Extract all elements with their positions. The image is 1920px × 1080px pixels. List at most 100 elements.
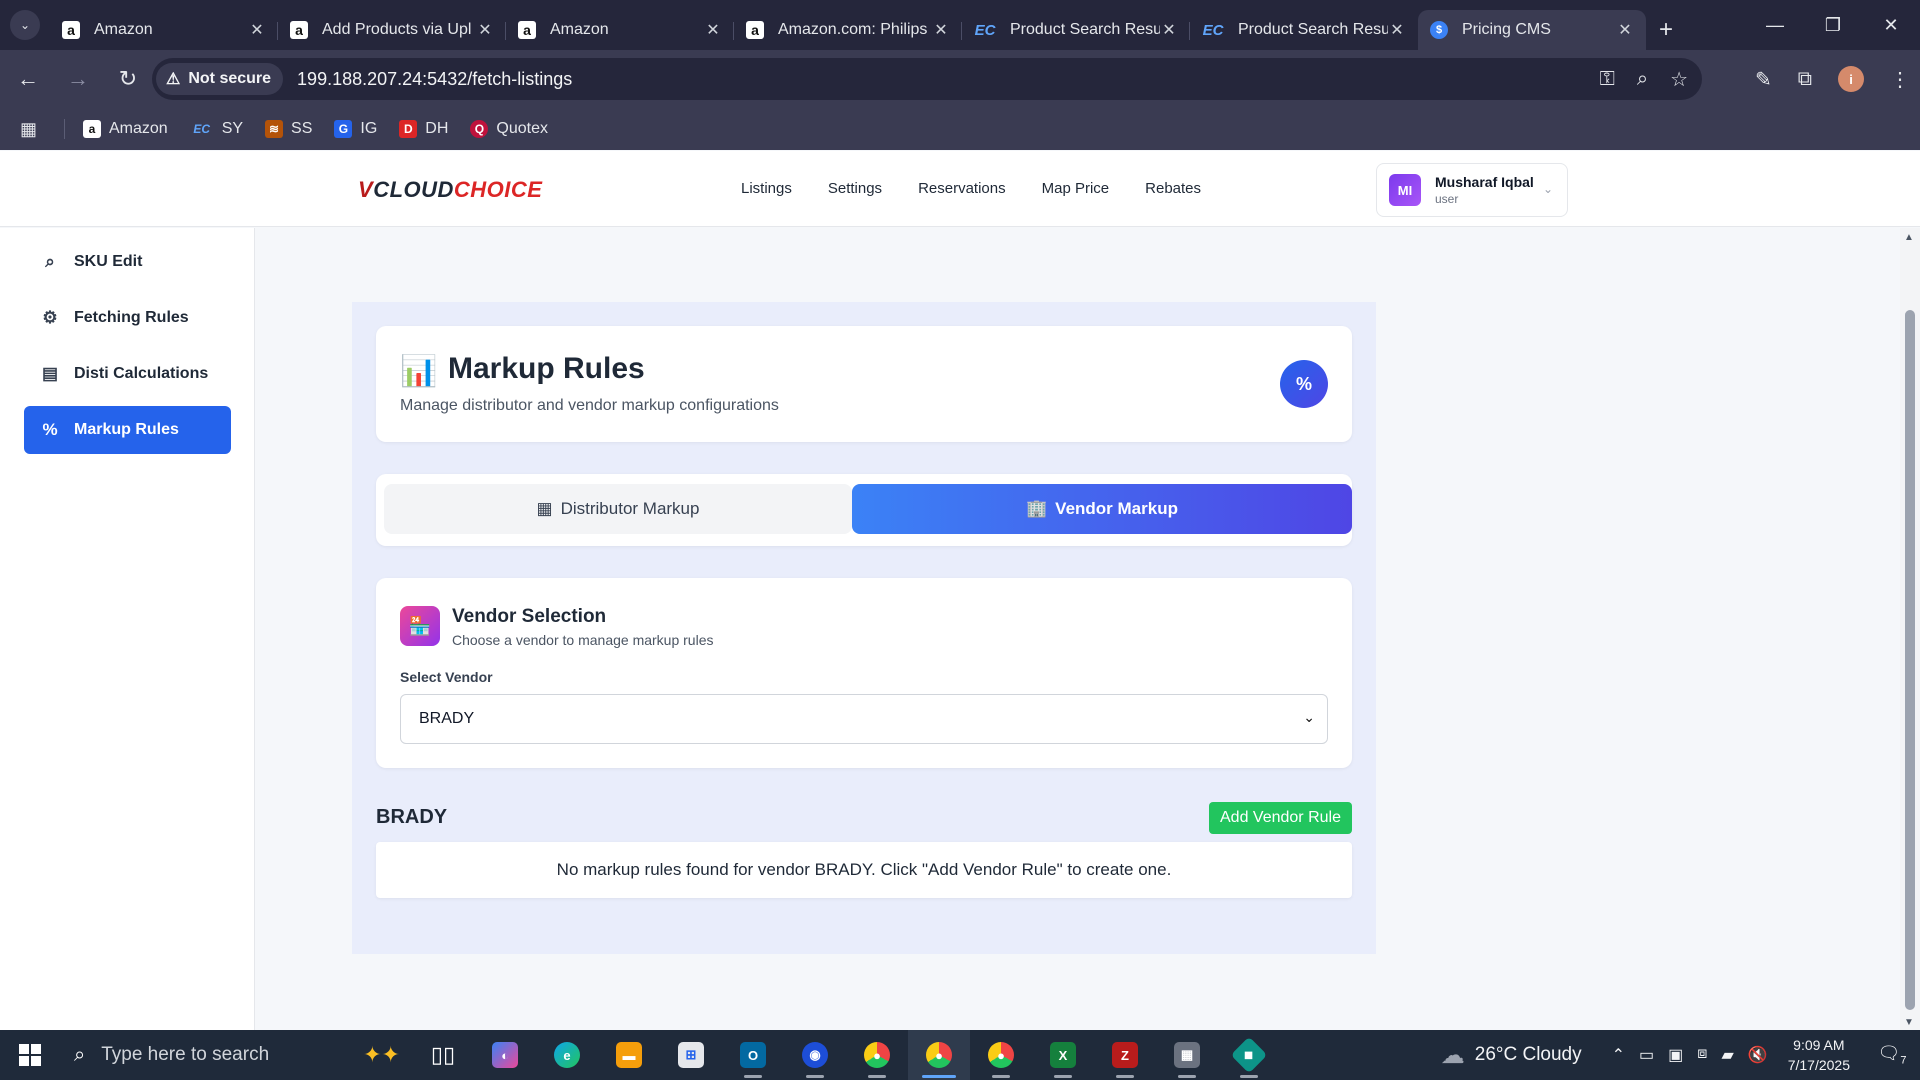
security-indicator[interactable]: ⚠ Not secure <box>156 63 284 95</box>
calculator-icon[interactable]: ▦ <box>1156 1030 1218 1080</box>
ig-icon: G <box>334 120 353 138</box>
security-label: Not secure <box>188 70 272 87</box>
nav-rebates[interactable]: Rebates <box>1145 180 1201 197</box>
close-icon[interactable]: ✕ <box>476 20 494 40</box>
calendar-app-icon[interactable]: ◉ <box>784 1030 846 1080</box>
screen-icon[interactable]: ⧈ <box>1697 1045 1707 1065</box>
page-title: Markup Rules <box>448 352 645 385</box>
browser-tab[interactable]: a Amazon ✕ <box>50 10 278 50</box>
cloudchoice-logo[interactable]: VCLOUDCHOICE <box>358 177 542 203</box>
camera-icon[interactable]: ▣ <box>1668 1045 1683 1065</box>
tab-search-button[interactable]: ⌄ <box>0 0 50 50</box>
sidebar-item-fetching-rules[interactable]: ⚙ Fetching Rules <box>24 294 231 342</box>
bookmark-amazon[interactable]: a Amazon <box>83 120 168 138</box>
tray-icons: ⌃ ▭ ▣ ⧈ ▰ 🔇 <box>1612 1045 1768 1065</box>
chrome-profile-icon[interactable]: ● <box>970 1030 1032 1080</box>
logo-choice: CHOICE <box>453 177 543 202</box>
app-icon[interactable]: ◆ <box>1218 1030 1280 1080</box>
chevron-up-icon[interactable]: ⌃ <box>1612 1045 1625 1065</box>
nav-listings[interactable]: Listings <box>741 180 792 197</box>
close-icon[interactable]: ✕ <box>704 20 722 40</box>
amazon-icon: a <box>83 120 101 138</box>
browser-tab[interactable]: EC Product Search Resul ✕ <box>1190 10 1418 50</box>
browser-tab-active[interactable]: $ Pricing CMS ✕ <box>1418 10 1646 50</box>
clock-time: 9:09 AM <box>1793 1037 1845 1053</box>
new-tab-button[interactable]: + <box>1646 10 1686 50</box>
clock[interactable]: 9:09 AM 7/17/2025 <box>1788 1035 1850 1075</box>
bookmark-quotex[interactable]: Q Quotex <box>470 120 548 138</box>
percent-badge: % <box>1280 360 1328 408</box>
scroll-up-icon[interactable]: ▲ <box>1904 232 1914 243</box>
chrome-icon[interactable]: ● <box>846 1030 908 1080</box>
tab-vendor-markup[interactable]: 🏢 Vendor Markup <box>852 484 1352 534</box>
copilot-icon[interactable]: ◐ <box>474 1030 536 1080</box>
vendor-selection-card: 🏪 Vendor Selection Choose a vendor to ma… <box>376 578 1352 768</box>
table-icon: ▦ <box>536 499 553 518</box>
url-text[interactable]: 199.188.207.24:5432/fetch-listings <box>297 69 572 90</box>
nav-settings[interactable]: Settings <box>828 180 882 197</box>
vendor-select[interactable]: BRADY ⌄ <box>400 694 1328 744</box>
bookmark-star-icon[interactable]: ☆ <box>1670 67 1688 92</box>
restore-icon[interactable]: ❐ <box>1804 0 1862 50</box>
edge-icon[interactable]: e <box>536 1030 598 1080</box>
windows-start-icon[interactable] <box>0 1030 60 1080</box>
puzzle-icon[interactable]: ⧉ <box>1798 68 1812 91</box>
forward-arrow-icon[interactable]: → <box>56 57 100 101</box>
address-bar[interactable]: ⚠ Not secure 199.188.207.24:5432/fetch-l… <box>152 58 1702 100</box>
store-icon[interactable]: ⊞ <box>660 1030 722 1080</box>
scroll-down-icon[interactable]: ▼ <box>1904 1017 1914 1028</box>
app-header: VCLOUDCHOICE Listings Settings Reservati… <box>0 151 1920 227</box>
bookmark-dh[interactable]: D DH <box>399 120 448 138</box>
sidebar-item-disti-calculations[interactable]: ▤ Disti Calculations <box>24 350 231 398</box>
page-scrollbar[interactable]: ▲ ▼ <box>1900 228 1920 1030</box>
volume-muted-icon[interactable]: 🔇 <box>1748 1045 1768 1065</box>
weather-widget[interactable]: ☁ 26°C Cloudy <box>1441 1041 1582 1070</box>
browser-tab[interactable]: a Amazon ✕ <box>506 10 734 50</box>
browser-tab[interactable]: a Add Products via Upl ✕ <box>278 10 506 50</box>
nav-map-price[interactable]: Map Price <box>1042 180 1110 197</box>
extension-icon[interactable]: ✎ <box>1755 67 1772 92</box>
outlook-icon[interactable]: O <box>722 1030 784 1080</box>
user-menu[interactable]: MI Musharaf Iqbal user ⌄ <box>1376 163 1568 217</box>
reload-icon[interactable]: ↻ <box>106 57 150 101</box>
add-vendor-rule-button[interactable]: Add Vendor Rule <box>1209 802 1352 834</box>
taskbar-search[interactable]: ⌕ Type here to search ✦✦ <box>60 1030 412 1080</box>
extension-icons: ✎ ⧉ i ⋮ <box>1755 58 1910 100</box>
sidebar-item-markup-rules[interactable]: % Markup Rules <box>24 406 231 454</box>
task-view-icon[interactable]: ▯▯ <box>412 1030 474 1080</box>
bookmark-ss[interactable]: ≋ SS <box>265 120 312 138</box>
scrollbar-thumb[interactable] <box>1905 310 1915 1010</box>
tab-distributor-markup[interactable]: ▦ Distributor Markup <box>384 484 852 534</box>
apps-grid-icon[interactable]: ▦ <box>20 119 44 140</box>
browser-tab[interactable]: EC Product Search Resul ✕ <box>962 10 1190 50</box>
close-icon[interactable]: ✕ <box>1616 20 1634 40</box>
more-menu-icon[interactable]: ⋮ <box>1890 67 1910 92</box>
notifications-icon[interactable]: 🗨7 <box>1872 1043 1912 1067</box>
bookmark-sy[interactable]: EC SY <box>190 120 243 138</box>
close-icon[interactable]: ✕ <box>932 20 950 40</box>
close-icon[interactable]: ✕ <box>1388 20 1406 40</box>
profile-avatar-icon[interactable]: i <box>1838 66 1864 92</box>
sidebar: ⌕ SKU Edit ⚙ Fetching Rules ▤ Disti Calc… <box>0 228 255 1030</box>
bookmark-ig[interactable]: G IG <box>334 120 377 138</box>
system-tray: ☁ 26°C Cloudy ⌃ ▭ ▣ ⧈ ▰ 🔇 9:09 AM 7/17/2… <box>1441 1030 1920 1080</box>
password-key-icon[interactable]: ⚿ <box>1600 68 1615 91</box>
browser-tab[interactable]: a Amazon.com: Philips ✕ <box>734 10 962 50</box>
file-explorer-icon[interactable]: ▬ <box>598 1030 660 1080</box>
nav-reservations[interactable]: Reservations <box>918 180 1006 197</box>
chrome-active-icon[interactable]: ● <box>908 1030 970 1080</box>
close-icon[interactable]: ✕ <box>1160 20 1178 40</box>
display-icon[interactable]: ▭ <box>1639 1045 1654 1065</box>
clock-date: 7/17/2025 <box>1787 1057 1850 1073</box>
search-icon: ⌕ <box>45 252 55 271</box>
zoom-icon[interactable]: ⌕ <box>1637 68 1648 91</box>
battery-icon[interactable]: ▰ <box>1721 1045 1733 1065</box>
filezilla-icon[interactable]: Z <box>1094 1030 1156 1080</box>
close-icon[interactable]: ✕ <box>248 20 266 40</box>
close-window-icon[interactable]: ✕ <box>1862 0 1920 50</box>
excel-icon[interactable]: X <box>1032 1030 1094 1080</box>
minimize-icon[interactable]: — <box>1746 0 1804 50</box>
back-arrow-icon[interactable]: ← <box>6 57 50 101</box>
sidebar-item-sku-edit[interactable]: ⌕ SKU Edit <box>24 238 231 286</box>
amazon-icon: a <box>746 21 764 39</box>
